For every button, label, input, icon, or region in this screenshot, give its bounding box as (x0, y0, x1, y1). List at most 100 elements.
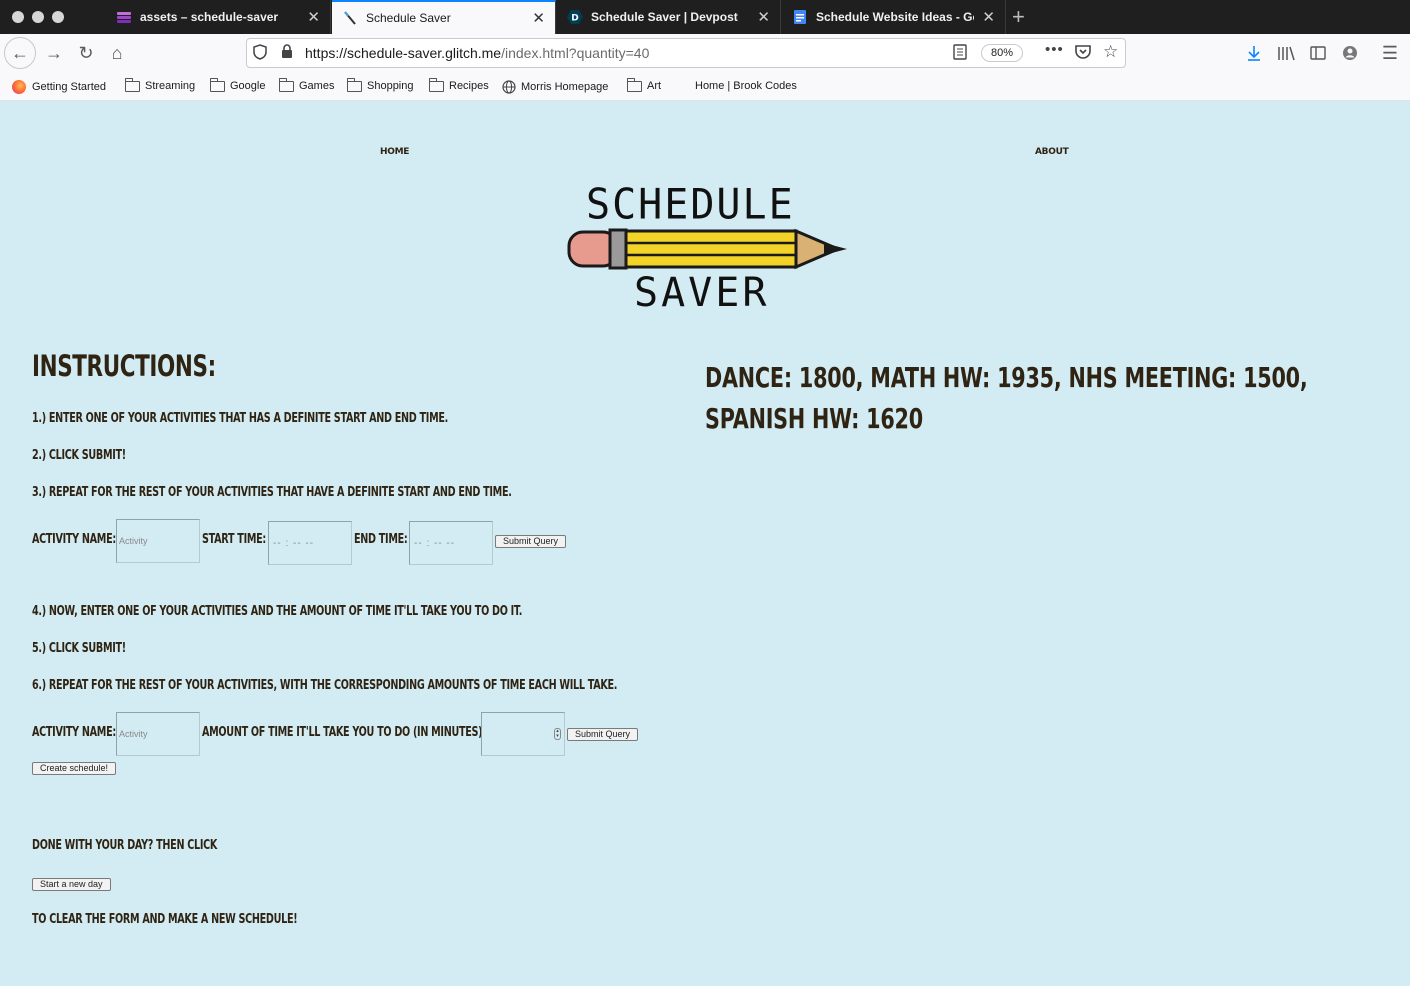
zoom-level-badge[interactable]: 80% (981, 44, 1023, 62)
close-tab-icon[interactable]: ✕ (307, 8, 320, 26)
clear-form-text: to clear the form and make a new schedul… (32, 912, 298, 927)
globe-icon (502, 80, 516, 94)
activity-name-label-2: Activity Name: (32, 725, 116, 740)
end-time-input[interactable]: -- : -- -- (409, 521, 493, 565)
shield-icon[interactable] (253, 44, 267, 64)
activity-name-label: Activity Name: (32, 532, 116, 547)
logo-text-bottom: SAVER (634, 270, 770, 316)
instruction-step-2: 2.) Click submit! (32, 448, 126, 463)
library-icon[interactable] (1272, 39, 1300, 67)
start-new-day-button[interactable]: Start a new day (32, 878, 111, 891)
done-with-day-text: Done with your day? Then click (32, 838, 218, 853)
downloads-icon[interactable] (1240, 39, 1268, 67)
folder-icon (279, 77, 294, 92)
end-time-value: -- : -- -- (414, 537, 456, 549)
spinner-arrows-icon[interactable]: ▴ ▾ (554, 728, 561, 740)
home-icon[interactable]: ⌂ (103, 39, 131, 67)
pocket-icon[interactable] (1075, 44, 1091, 63)
bookmark-label: Shopping (367, 80, 414, 92)
tab-title: assets – schedule-saver (140, 10, 279, 24)
bookmark-label: Getting Started (32, 81, 106, 93)
navigation-toolbar: ← → ↻ ⌂ https://schedule-saver.glitch.me… (0, 34, 1410, 72)
url-text[interactable]: https://schedule-saver.glitch.me/index.h… (305, 45, 649, 61)
bookmark-recipes[interactable]: Recipes (429, 77, 489, 92)
lock-icon[interactable] (281, 44, 293, 63)
glitch-fish-icon (116, 9, 132, 25)
bookmark-google[interactable]: Google (210, 77, 266, 92)
close-tab-icon[interactable]: ✕ (982, 8, 995, 26)
instruction-step-5: 5.) Click submit! (32, 641, 126, 656)
account-icon[interactable] (1336, 39, 1364, 67)
start-time-value: -- : -- -- (273, 537, 315, 549)
activity-placeholder-2: Activity (119, 729, 148, 739)
activity-placeholder: Activity (119, 536, 148, 546)
start-time-input[interactable]: -- : -- -- (268, 521, 352, 565)
instruction-step-4: 4.) Now, enter one of your activities an… (32, 604, 523, 619)
forward-arrow-icon[interactable]: → (40, 39, 68, 67)
menu-hamburger-icon[interactable]: ☰ (1376, 39, 1404, 67)
create-schedule-button[interactable]: Create schedule! (32, 762, 117, 775)
logo-text-top: SCHEDULE (586, 180, 795, 230)
nav-link-home[interactable]: Home (380, 147, 409, 157)
pencil-illustration (567, 228, 847, 270)
web-page: Home About SCHEDULE SAVER Instructions: … (0, 102, 1410, 986)
new-tab-plus-icon[interactable]: + (1012, 4, 1025, 30)
amount-of-time-label: Amount of time it'll take you to do (in … (202, 725, 486, 740)
instruction-step-6: 6.) Repeat for the rest of your activiti… (32, 678, 618, 693)
google-docs-icon (792, 9, 808, 25)
tab-title: Schedule Saver (366, 11, 451, 25)
folder-icon (627, 77, 642, 92)
submit-duration-activity-button[interactable]: Submit Query (567, 728, 639, 741)
tab-google-docs[interactable]: Schedule Website Ideas - Goog ✕ (782, 0, 1006, 34)
nav-link-about[interactable]: About (1035, 147, 1069, 157)
bookmark-label: Google (230, 80, 266, 92)
address-bar[interactable]: https://schedule-saver.glitch.me/index.h… (246, 38, 1126, 68)
schedule-saver-logo: SCHEDULE SAVER (566, 180, 856, 322)
bookmark-streaming[interactable]: Streaming (125, 77, 196, 92)
start-time-label: Start Time: (202, 532, 266, 547)
bookmark-label: Games (299, 80, 335, 92)
reader-view-icon[interactable] (953, 44, 967, 64)
bookmark-label: Morris Homepage (521, 81, 609, 93)
bookmark-games[interactable]: Games (279, 77, 335, 92)
pencil-icon (342, 10, 358, 26)
generated-schedule-output: Dance: 1800, Math HW: 1935, NHS Meeting:… (705, 361, 1308, 435)
zoom-window-button[interactable] (52, 11, 64, 23)
tab-title: Schedule Saver | Devpost (591, 10, 738, 24)
minimize-window-button[interactable] (32, 11, 44, 23)
bookmark-home-brook-codes[interactable]: Home | Brook Codes (695, 80, 797, 92)
instruction-step-3: 3.) Repeat for the rest of your activiti… (32, 485, 512, 500)
close-window-button[interactable] (12, 11, 24, 23)
url-host: https://schedule-saver.glitch.me (305, 45, 502, 61)
bookmark-shopping[interactable]: Shopping (347, 77, 414, 92)
sidebar-icon[interactable] (1304, 39, 1332, 67)
tab-strip: assets – schedule-saver ✕ Schedule Saver… (0, 0, 1410, 34)
bookmark-label: Streaming (145, 80, 196, 92)
bookmark-morris-homepage[interactable]: Morris Homepage (502, 80, 608, 94)
tab-devpost[interactable]: D Schedule Saver | Devpost ✕ (557, 0, 781, 34)
reload-icon[interactable]: ↻ (72, 39, 100, 67)
devpost-icon: D (567, 9, 583, 25)
minutes-number-input[interactable]: ▴ ▾ (481, 712, 565, 756)
folder-icon (210, 77, 225, 92)
bookmark-star-icon[interactable]: ☆ (1103, 42, 1118, 62)
folder-icon (125, 77, 140, 92)
firefox-icon (12, 80, 26, 94)
activity-name-input[interactable]: Activity (116, 519, 200, 563)
tab-assets[interactable]: assets – schedule-saver ✕ (106, 0, 331, 34)
tab-title: Schedule Website Ideas - Goog (816, 10, 974, 24)
bookmark-label: Recipes (449, 80, 489, 92)
bookmark-getting-started[interactable]: Getting Started (12, 80, 106, 94)
close-tab-icon[interactable]: ✕ (757, 8, 770, 26)
page-actions-icon[interactable]: ••• (1045, 41, 1064, 58)
activity-name-input-2[interactable]: Activity (116, 712, 200, 756)
close-tab-icon[interactable]: ✕ (532, 9, 545, 27)
instructions-heading: Instructions: (32, 349, 216, 383)
bookmark-art[interactable]: Art (627, 77, 661, 92)
tab-schedule-saver[interactable]: Schedule Saver ✕ (332, 0, 556, 34)
back-arrow-icon[interactable]: ← (4, 37, 36, 69)
submit-timed-activity-button[interactable]: Submit Query (495, 535, 567, 548)
end-time-label: End Time: (354, 532, 408, 547)
folder-icon (347, 77, 362, 92)
instruction-step-1: 1.) Enter one of your activities that ha… (32, 411, 448, 426)
